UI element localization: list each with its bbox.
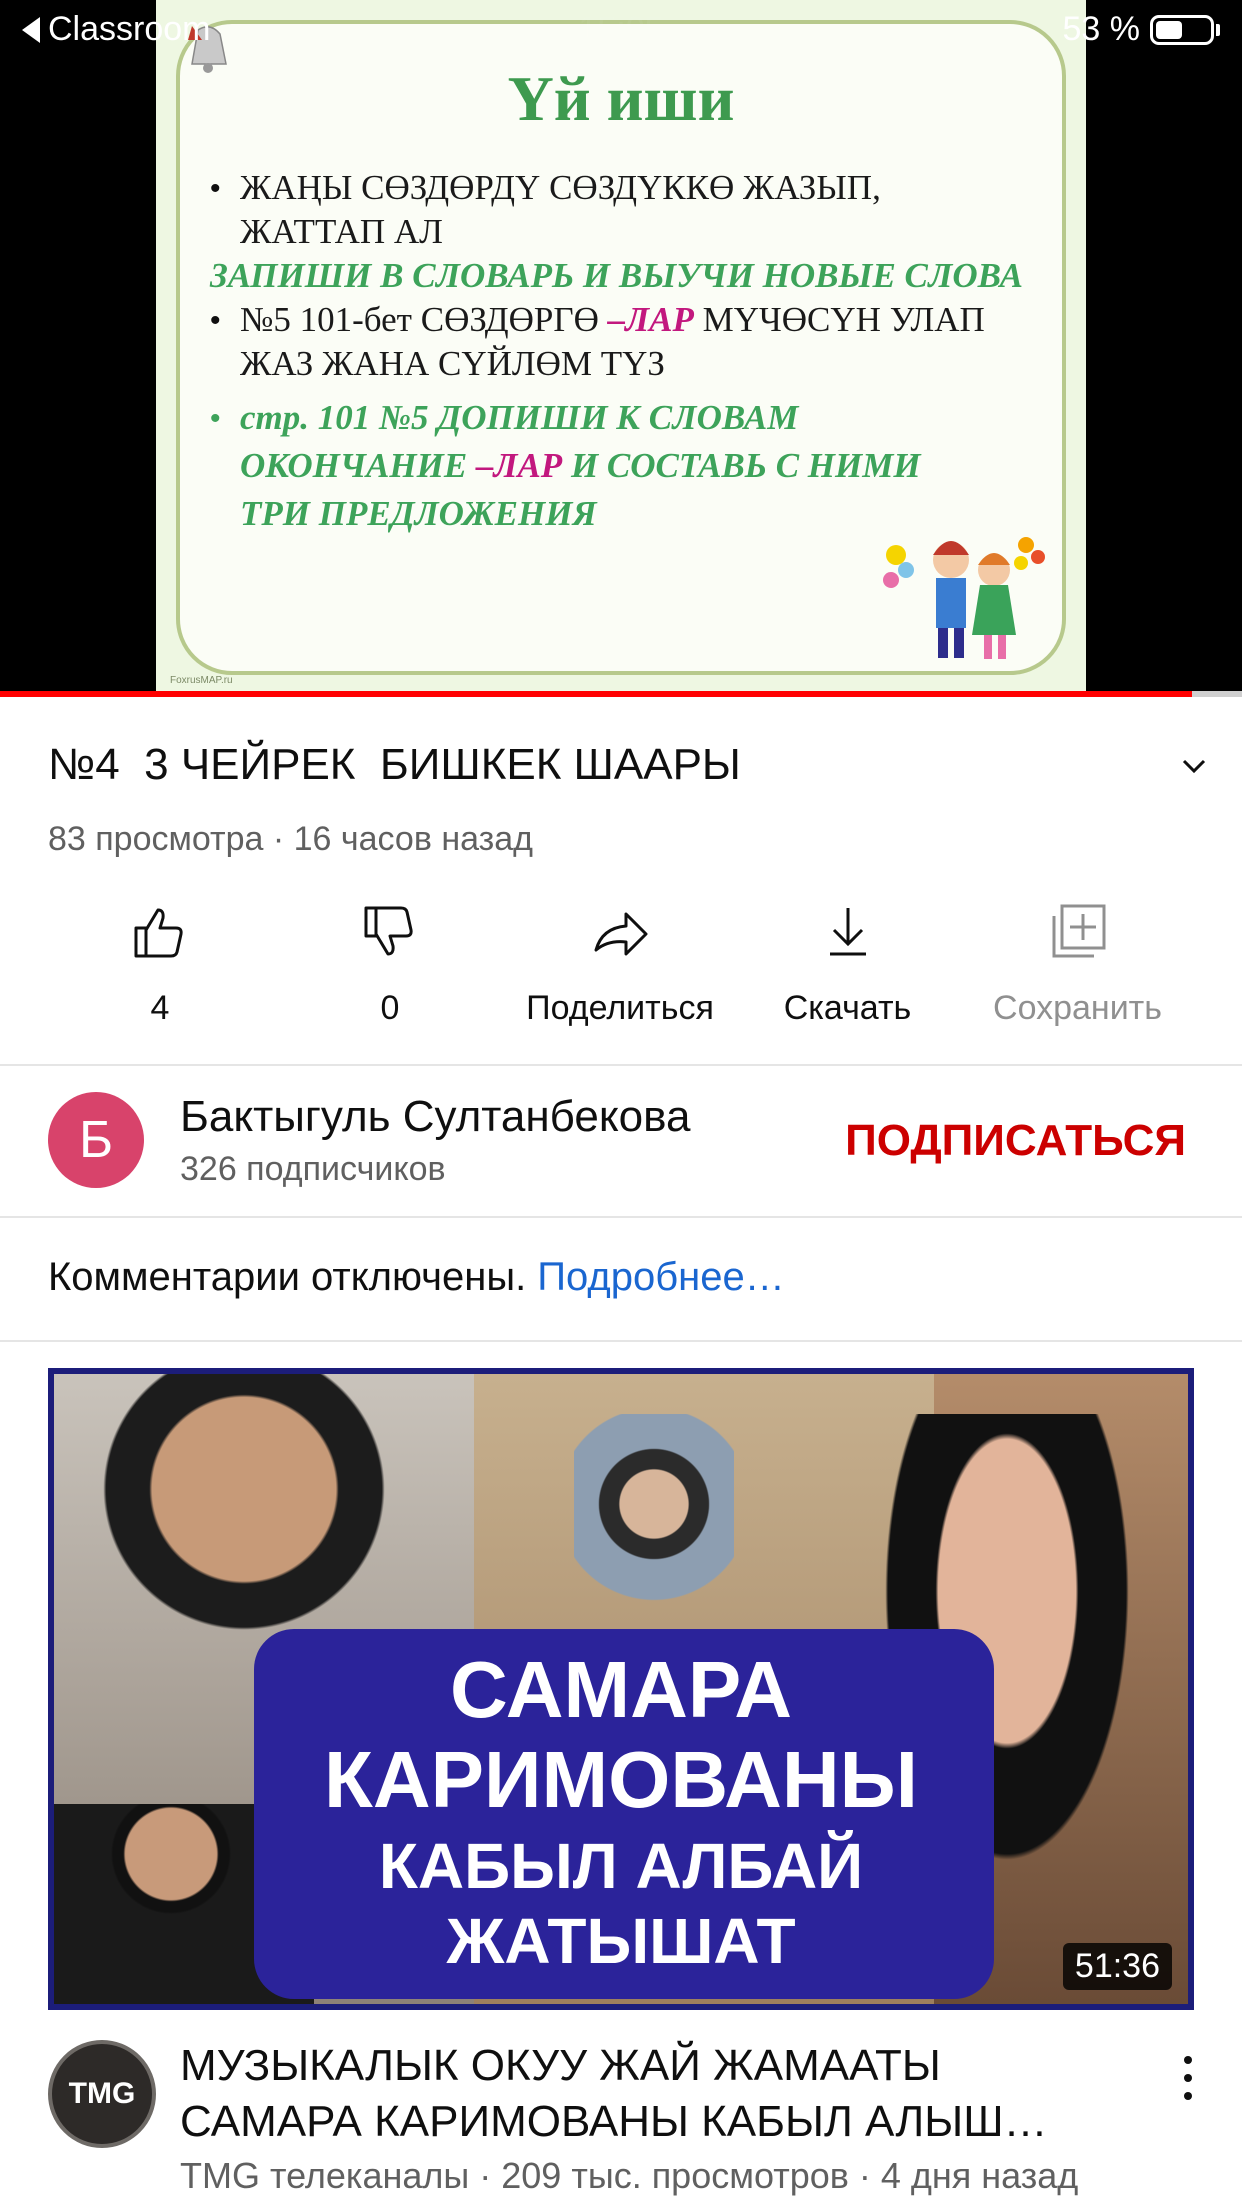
download-label: Скачать (783, 989, 912, 1027)
video-frame-slide: Үй иши • ЖАҢЫ СӨЗДӨРДҮ СӨЗДҮККӨ ЖАЗЫП, Ж… (156, 0, 1086, 695)
slide-line: ЗАПИШИ В СЛОВАРЬ И ВЫУЧИ НОВЫЕ СЛОВА (210, 256, 1023, 295)
battery-percent: 53 % (1062, 10, 1141, 48)
slide-text: МҮЧӨСҮН УЛАП (693, 300, 985, 339)
comments-disabled-notice: Комментарии отключены. Подробнее… (48, 1255, 785, 1300)
duration-badge: 51:36 (1062, 1943, 1172, 1990)
subscriber-count: 326 подписчиков (180, 1150, 446, 1188)
battery-indicator: 53 % (1062, 10, 1220, 49)
progress-played (0, 691, 1193, 697)
download-button[interactable]: Скачать (760, 900, 935, 1028)
slide-line: ОКОНЧАНИЕ –ЛАР И СОСТАВЬ С НИМИ (240, 446, 921, 486)
divider (0, 1340, 1242, 1342)
channel-name[interactable]: Бактыгуль Султанбекова (180, 1092, 690, 1142)
like-count: 4 (150, 989, 170, 1027)
action-bar: 4 0 Поделиться Скачать Сохранить (0, 900, 1242, 1040)
slide-text-highlight: –ЛАР (607, 300, 694, 339)
progress-bar[interactable] (0, 691, 1242, 697)
share-label: Поделиться (526, 989, 714, 1027)
slide-line: №5 101-бет СӨЗДӨРГӨ –ЛАР МҮЧӨСҮН УЛАП (240, 300, 985, 340)
dislike-count: 0 (380, 989, 400, 1027)
children-illustration-icon (883, 537, 1045, 659)
thumb-caption: ЖАТЫШАТ (446, 1905, 796, 1977)
thumb-caption: САМАРА (449, 1645, 793, 1734)
recommended-meta: TMG телеканалы · 209 тыс. просмотров · 4… (180, 2155, 1079, 2196)
add-to-playlist-icon (1052, 904, 1105, 958)
download-icon (829, 908, 866, 956)
thumbs-down-icon (364, 906, 413, 956)
slide-line: ТРИ ПРЕДЛОЖЕНИЯ (240, 494, 597, 533)
learn-more-link[interactable]: Подробнее… (537, 1255, 784, 1299)
divider (0, 1064, 1242, 1066)
slide-line: ЖАҢЫ СӨЗДӨРДҮ СӨЗДҮККӨ ЖАЗЫП, (240, 168, 881, 207)
share-button[interactable]: Поделиться (510, 900, 730, 1028)
thumb-caption: КАРИМОВАНЫ (324, 1735, 918, 1824)
video-player[interactable]: Үй иши • ЖАҢЫ СӨЗДӨРДҮ СӨЗДҮККӨ ЖАЗЫП, Ж… (0, 0, 1242, 697)
save-label: Сохранить (993, 989, 1162, 1027)
thumb-caption: КАБЫЛ АЛБАЙ (378, 1830, 864, 1902)
slide-title: Үй иши (507, 63, 735, 134)
thumb-person (574, 1414, 734, 1614)
slide-text-highlight: –ЛАР (475, 446, 563, 485)
comments-disabled-text: Комментарии отключены. (48, 1255, 538, 1299)
divider (0, 1216, 1242, 1218)
slide-text: ОКОНЧАНИЕ (240, 446, 476, 485)
battery-icon (1150, 14, 1214, 45)
slide-line: ЖАЗ ЖАНА СҮЙЛӨМ ТҮЗ (240, 344, 665, 383)
dislike-button[interactable]: 0 (330, 900, 450, 1028)
subscribe-button[interactable]: ПОДПИСАТЬСЯ (845, 1116, 1186, 1166)
thumbs-up-icon (134, 908, 183, 958)
slide-bullet: • (210, 304, 221, 337)
channel-row[interactable]: Б Бактыгуль Султанбекова 326 подписчиков… (0, 1068, 1242, 1218)
like-button[interactable]: 4 (100, 900, 220, 1028)
slide-bullet: • (210, 172, 221, 205)
slide-text: И СОСТАВЬ С НИМИ (562, 446, 921, 485)
slide-line: ЖАТТАП АЛ (240, 212, 443, 251)
video-meta: 83 просмотра · 16 часов назад (48, 820, 533, 858)
clock: 15:05 (578, 10, 664, 48)
status-bar: Classroom 15:05 53 % (0, 0, 1242, 62)
slide-text: №5 101-бет СӨЗДӨРГӨ (240, 300, 608, 339)
video-title[interactable]: №4 3 ЧЕЙРЕК БИШКЕК ШААРЫ (48, 740, 741, 790)
recommended-thumbnail[interactable]: САМАРА КАРИМОВАНЫ КАБЫЛ АЛБАЙ ЖАТЫШАТ 51… (48, 1368, 1194, 2010)
avatar[interactable]: Б (48, 1092, 144, 1188)
recommended-video-info[interactable]: TMG МУЗЫКАЛЫК ОКУУ ЖАЙ ЖАМААТЫ САМАРА КА… (0, 2030, 1242, 2208)
share-arrow-icon (594, 912, 648, 956)
slide-line: стр. 101 №5 ДОПИШИ К СЛОВАМ (240, 398, 799, 437)
more-options-icon[interactable] (1180, 2048, 1196, 2108)
save-button[interactable]: Сохранить (975, 900, 1180, 1028)
slide-credit: FoxrusMAP.ru (170, 675, 233, 686)
channel-logo[interactable]: TMG (48, 2040, 156, 2148)
slide-bullet: • (210, 402, 221, 435)
chevron-down-icon[interactable] (1180, 752, 1208, 780)
recommended-title[interactable]: МУЗЫКАЛЫК ОКУУ ЖАЙ ЖАМААТЫ САМАРА КАРИМО… (180, 2038, 1120, 2150)
